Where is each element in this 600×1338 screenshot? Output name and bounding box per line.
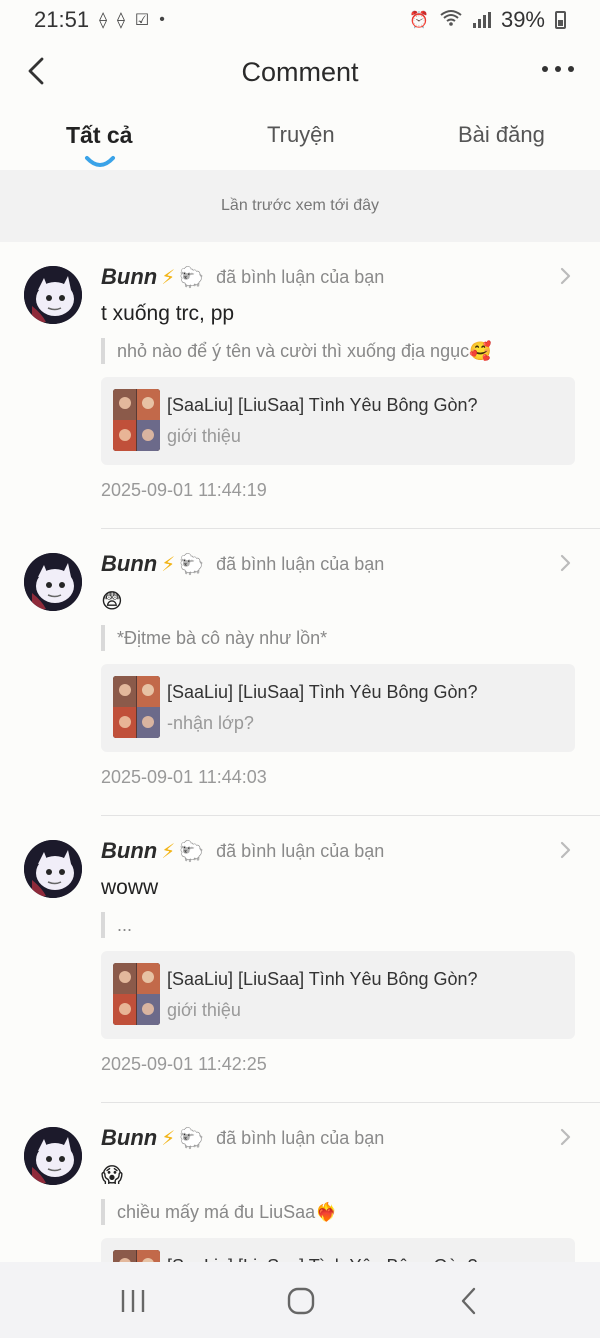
comment-text: 😱 (101, 1164, 123, 1187)
comment-header: Bunn ⚡ 🐑 đã bình luận của bạn (101, 264, 384, 290)
username[interactable]: Bunn (101, 264, 157, 290)
story-title: [SaaLiu] [LiuSaa] Tình Yêu Bông Gòn? (167, 682, 478, 702)
check-box-icon: ☑ (134, 12, 150, 29)
comment-action-text: đã bình luận của bạn (216, 266, 385, 287)
clock: 21:51 (34, 7, 90, 32)
more-options-button[interactable] (542, 66, 574, 72)
sheep-badge-icon: 🐑 (179, 840, 205, 863)
avatar[interactable] (24, 1127, 82, 1185)
story-card[interactable]: [SaaLiu] [LiuSaa] Tình Yêu Bông Gòn? giới… (101, 377, 575, 465)
avatar-image (24, 1127, 82, 1185)
lightning-badge-icon: ⚡ (161, 266, 176, 289)
tab-posts[interactable]: Bài đăng (458, 122, 545, 148)
story-card[interactable]: [SaaLiu] [LiuSaa] Tình Yêu Bông Gòn? giới… (101, 951, 575, 1039)
back-icon (461, 1287, 476, 1315)
status-bar: 21:51 ⟠ ⟠ ☑ • ⏰ 39% (0, 0, 600, 40)
lightning-badge-icon: ⚡ (161, 553, 176, 576)
lightning-badge-icon: ⚡ (161, 1127, 176, 1150)
header: Comment (0, 40, 600, 104)
quoted-comment: nhỏ nào để ý tên và cười thì xuống địa n… (101, 338, 492, 364)
story-cover-image (113, 963, 160, 1025)
chevron-right-icon[interactable] (558, 266, 572, 286)
battery-icon (555, 11, 566, 29)
wifi-icon (439, 9, 463, 32)
avatar[interactable] (24, 266, 82, 324)
comment-item[interactable]: Bunn ⚡ 🐑 đã bình luận của bạn woww... [SaaLiu… (0, 816, 600, 1103)
quoted-comment: ... (101, 912, 132, 938)
story-thumbnail (113, 676, 160, 738)
comment-item[interactable]: Bunn ⚡ 🐑 đã bình luận của bạn t xuống trc, p… (0, 242, 600, 529)
lightning-badge-icon: ⚡ (161, 840, 176, 863)
chevron-left-icon (28, 57, 44, 85)
comment-text: t xuống trc, pp (101, 302, 235, 325)
tab-indicator (85, 156, 115, 167)
comment-timestamp: 2025-09-01 11:44:03 (101, 767, 267, 787)
avatar[interactable] (24, 840, 82, 898)
story-cover-image (113, 389, 160, 451)
username[interactable]: Bunn (101, 838, 157, 864)
last-seen-marker: Lần trước xem tới đây (0, 170, 600, 242)
comment-action-text: đã bình luận của bạn (216, 1127, 385, 1148)
story-chapter: -nhận lớp? (167, 713, 254, 733)
comment-text: 😨 (101, 590, 123, 613)
story-thumbnail (113, 389, 160, 451)
sheep-badge-icon: 🐑 (179, 1127, 205, 1150)
comment-header: Bunn ⚡ 🐑 đã bình luận của bạn (101, 1125, 384, 1151)
avatar[interactable] (24, 553, 82, 611)
story-card[interactable]: [SaaLiu] [LiuSaa] Tình Yêu Bông Gòn? -nhậ… (101, 664, 575, 752)
home-button[interactable] (284, 1284, 318, 1318)
recent-apps-icon (121, 1290, 145, 1312)
system-nav-bar (0, 1262, 600, 1338)
more-dot-icon (542, 66, 548, 72)
sheep-badge-icon: 🐑 (179, 553, 205, 576)
signal-icon (472, 12, 491, 28)
story-title: [SaaLiu] [LiuSaa] Tình Yêu Bông Gòn? (167, 395, 478, 415)
comment-timestamp: 2025-09-01 11:42:25 (101, 1054, 267, 1074)
sheep-badge-icon: 🐑 (179, 266, 205, 289)
comment-action-text: đã bình luận của bạn (216, 553, 385, 574)
comment-header: Bunn ⚡ 🐑 đã bình luận của bạn (101, 838, 384, 864)
comment-header: Bunn ⚡ 🐑 đã bình luận của bạn (101, 551, 384, 577)
notification-icon: ⟠ (99, 12, 107, 29)
page-title: Comment (241, 56, 359, 87)
home-icon (287, 1287, 315, 1315)
story-cover-image (113, 676, 160, 738)
recent-apps-button[interactable] (116, 1284, 150, 1318)
notification-icon: ⟠ (116, 12, 125, 29)
story-title: [SaaLiu] [LiuSaa] Tình Yêu Bông Gòn? (167, 969, 478, 989)
comment-text: woww (101, 876, 159, 899)
chevron-right-icon[interactable] (558, 840, 572, 860)
username[interactable]: Bunn (101, 1125, 157, 1151)
avatar-image (24, 266, 82, 324)
username[interactable]: Bunn (101, 551, 157, 577)
story-chapter: giới thiệu (167, 1000, 241, 1020)
battery-percent: 39% (500, 7, 545, 32)
comment-item[interactable]: Bunn ⚡ 🐑 đã bình luận của bạn 😨 *Địtme bà cô … (0, 529, 600, 816)
back-button[interactable] (22, 54, 52, 88)
tab-bar: Tất cả Truyện Bài đăng (0, 106, 600, 170)
quoted-comment: *Địtme bà cô này như lồn* (101, 625, 327, 651)
avatar-image (24, 553, 82, 611)
more-dot-icon (568, 66, 574, 72)
comment-action-text: đã bình luận của bạn (216, 840, 385, 861)
story-thumbnail (113, 963, 160, 1025)
nav-back-button[interactable] (452, 1284, 486, 1318)
tab-all[interactable]: Tất cả (66, 122, 132, 149)
story-chapter: giới thiệu (167, 426, 241, 446)
chevron-right-icon[interactable] (558, 553, 572, 573)
avatar-image (24, 840, 82, 898)
dot-icon: • (159, 11, 165, 28)
quoted-comment: chiều mấy má đu LiuSaa❤️‍🔥 (101, 1199, 338, 1225)
alarm-icon: ⏰ (409, 12, 429, 29)
tab-stories[interactable]: Truyện (267, 122, 335, 148)
more-dot-icon (555, 66, 561, 72)
chevron-right-icon[interactable] (558, 1127, 572, 1147)
comment-timestamp: 2025-09-01 11:44:19 (101, 480, 267, 500)
